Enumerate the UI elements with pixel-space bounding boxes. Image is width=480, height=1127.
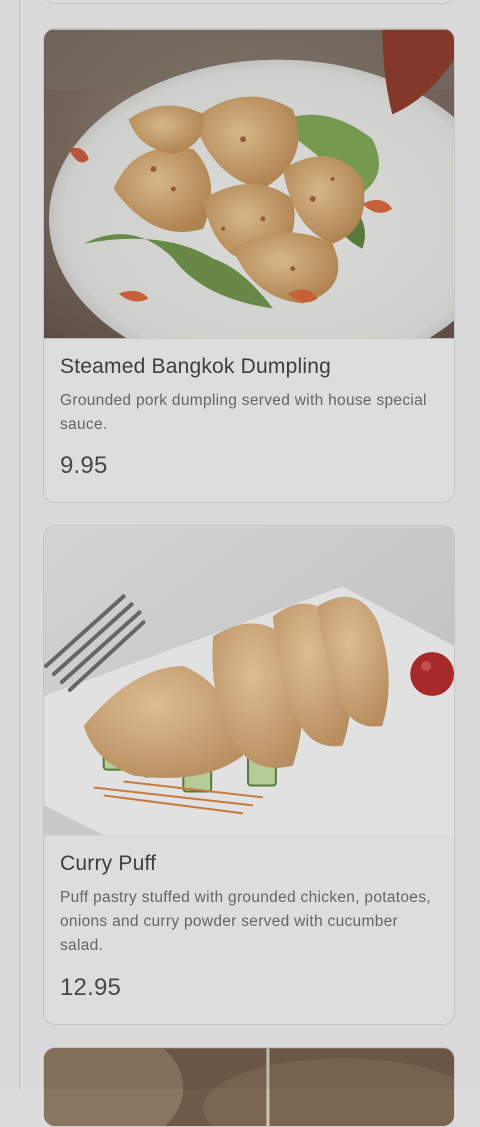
menu-card-steamed-bangkok-dumpling[interactable]: Steamed Bangkok Dumpling Grounded pork d… <box>43 28 455 503</box>
menu-item-description: Puff pastry stuffed with grounded chicke… <box>60 889 431 954</box>
left-divider <box>19 0 20 1089</box>
menu-item-name: Curry Puff <box>60 852 157 875</box>
curry-puff-photo <box>44 526 454 836</box>
menu-card-curry-puff[interactable]: Curry Puff Puff pastry stuffed with grou… <box>43 525 455 1025</box>
dumpling-photo <box>44 29 454 339</box>
menu-card-next[interactable] <box>43 1047 455 1127</box>
previous-menu-card[interactable] <box>43 0 455 4</box>
next-dish-photo <box>44 1048 454 1126</box>
menu-item-description: Grounded pork dumpling served with house… <box>60 392 427 433</box>
menu-item-price: 12.95 <box>60 974 122 1001</box>
menu-page: Steamed Bangkok Dumpling Grounded pork d… <box>0 0 480 1127</box>
menu-item-name: Steamed Bangkok Dumpling <box>60 355 331 378</box>
menu-item-price: 9.95 <box>60 452 108 479</box>
